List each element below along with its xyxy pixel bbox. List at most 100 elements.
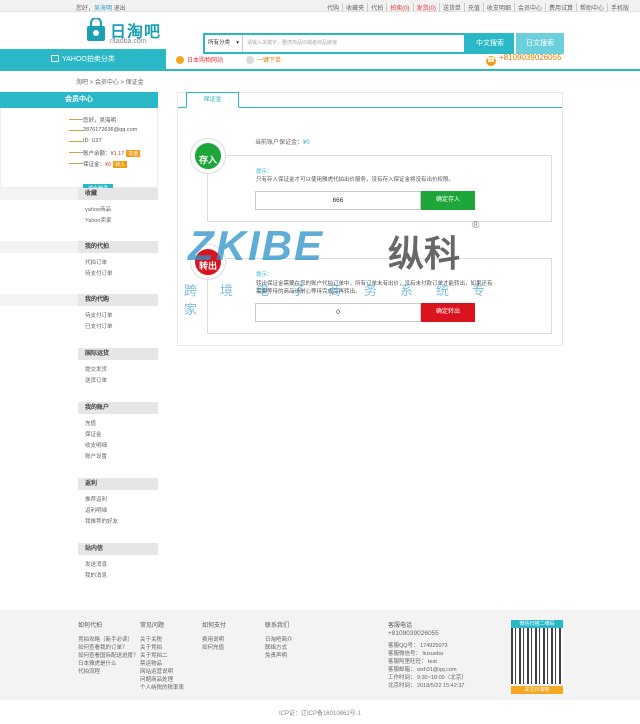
footer-link[interactable]: 竞拍攻略（新手必读） (78, 636, 139, 644)
footer-link[interactable]: 如何查看我的订单？ (78, 644, 139, 652)
service-phone: +8109039026055 (388, 630, 439, 637)
footer: 如何代拍 竞拍攻略（新手必读） 如何查看我的订单？ 如何查看国际配送进度？ 日本… (0, 610, 640, 700)
sidebar-section-daigou: 我的代购 待支付订单 已支付订单 (78, 294, 158, 333)
footer-link[interactable]: 个人纳税的税率表 (140, 684, 184, 692)
sidebar-item-my-messages[interactable]: 我的消息 (85, 571, 158, 582)
footer-link[interactable]: 日淘吧简介 (265, 636, 293, 644)
follow-button[interactable]: 关注日淘吧 (511, 686, 563, 694)
confirm-withdraw-button[interactable]: 确定转出 (421, 303, 475, 322)
deposit-out-badge: 转出 (191, 245, 225, 279)
sidebar-item-my-referrals[interactable]: 我推荐的好友 (85, 517, 158, 528)
top-link-delivery[interactable]: 送货单 (440, 3, 465, 12)
user-email: 2876172636@qq.com (83, 127, 138, 133)
top-link-help[interactable]: 帮助中心 (577, 3, 608, 12)
section-title: 我的账户 (78, 402, 158, 414)
sidebar-item-rebate-detail[interactable]: 返利明细 (85, 506, 158, 517)
sidebar-section-daipai: 我的代拍 代拍订单 待支付订单 (78, 241, 158, 280)
sidebar-item-daigou-unpaid[interactable]: 待支付订单 (85, 311, 158, 322)
confirm-deposit-button[interactable]: 确定存入 (421, 191, 475, 210)
yahoo-category-button[interactable]: YAHOO拍卖分类 (0, 49, 166, 70)
sidebar: 会员中心 您好，吴海明 2876172636@qq.com ID: U27 账户… (0, 92, 158, 194)
top-link-auction[interactable]: 拍卖(0) (387, 3, 414, 12)
deposit-out-amount-input[interactable]: 0 (255, 303, 421, 322)
sidebar-item-yahoo-goods[interactable]: yahoo商品 (85, 205, 158, 216)
sidebar-item-daipai-orders[interactable]: 代拍订单 (85, 258, 158, 269)
user-info-panel: 您好，吴海明 2876172636@qq.com ID: U27 账户余额：¥1… (0, 108, 158, 194)
deposit-in-text: 只有存入保证金才可以使用雅虎代拍出价服务，没有存入保证金将没有出价权限。 (256, 177, 455, 183)
sidebar-item-yahoo-sellers[interactable]: Yahoo卖家 (85, 216, 158, 227)
sidebar-item-daigou-paid[interactable]: 已支付订单 (85, 322, 158, 333)
footer-link[interactable]: 关于竞拍二 (140, 652, 184, 660)
menu-icon (51, 55, 60, 62)
one-click-order-label: 一键下单 (257, 58, 282, 64)
footer-link[interactable]: 日本雅虎是什么 (78, 660, 139, 668)
site-logo[interactable]: 日淘吧 ritaoba.com (86, 16, 166, 48)
qr-caption-top: 微信扫描二维码 (511, 620, 563, 628)
wechat-qr: 微信扫描二维码 关注日淘吧 (511, 620, 563, 700)
sidebar-title: 会员中心 (0, 92, 158, 108)
top-link-recharge[interactable]: 充值 (465, 3, 484, 12)
top-link-statement[interactable]: 收支明细 (484, 3, 515, 12)
footer-link[interactable]: 关于关税 (140, 636, 184, 644)
service-wangwang: 客服阿里旺旺： test (388, 659, 437, 665)
sidebar-item-send-message[interactable]: 发送消息 (85, 560, 158, 571)
one-click-order-link[interactable]: 一键下单 (246, 55, 281, 64)
divider (69, 130, 83, 131)
logo-text-en: ritaoba.com (110, 38, 147, 45)
footer-link[interactable]: 禁运物品 (140, 660, 184, 668)
section-band (0, 188, 78, 200)
current-deposit-label: 当前账户保证金： (255, 140, 304, 146)
yahoo-category-label: YAHOO拍卖分类 (62, 56, 115, 63)
jp-shopping-sites-link[interactable]: 日本购物网站 (176, 55, 223, 64)
deposit-in-box: 提示： 只有存入保证金才可以使用雅虎代拍出价服务，没有存入保证金将没有出价权限。… (207, 155, 552, 222)
footer-link[interactable]: 代拍流程 (78, 668, 139, 676)
sidebar-section-shipping: 国际运货 提交发货 送货订单 (78, 348, 158, 387)
footer-link[interactable]: 如何充值 (202, 644, 226, 652)
divider (69, 163, 83, 164)
qr-code-icon (511, 628, 563, 684)
sidebar-item-delivery-orders[interactable]: 送货订单 (85, 376, 158, 387)
footer-col-how-to-bid: 如何代拍 竞拍攻略（新手必读） 如何查看我的订单？ 如何查看国际配送进度？ 日本… (78, 620, 139, 676)
deposit-transfer-button[interactable]: 转入 (113, 161, 128, 168)
top-link-daipai[interactable]: 代拍 (368, 3, 388, 12)
balance-label: 账户余额： (83, 151, 111, 157)
current-deposit: 当前账户保证金：¥0 (255, 137, 310, 146)
sidebar-item-unpaid-orders[interactable]: 待支付订单 (85, 269, 158, 280)
sidebar-section-messages: 站内信 发送消息 我的消息 (78, 543, 158, 582)
footer-service: 客服电话 +8109039026055 客服QQ号： 174925073 客服微… (388, 620, 467, 690)
recharge-button[interactable]: 充值 (126, 150, 141, 157)
footer-link[interactable]: 免责声明 (265, 652, 293, 660)
deposit-out-text: 转出保证金需要在您的账户代拍订单中，所有订单未有出价，没有未付款订单才能转出，如… (256, 281, 493, 295)
section-title: 收藏 (78, 188, 158, 200)
footer-link[interactable]: 网站运营说明 (140, 668, 184, 676)
footer-link[interactable]: 关于竞拍 (140, 644, 184, 652)
footer-link[interactable]: 如何查看国际配送进度？ (78, 652, 139, 660)
footer-link[interactable]: 联络方式 (265, 644, 293, 652)
sidebar-item-account-settings[interactable]: 账户设置 (85, 452, 158, 463)
top-link-daigou[interactable]: 代购 (324, 3, 344, 12)
top-link-fee-calc[interactable]: 费用试算 (546, 3, 577, 12)
sidebar-item-deposit[interactable]: 保证金 (85, 430, 158, 441)
footer-link[interactable]: 问题商品处理 (140, 676, 184, 684)
top-link-mobile[interactable]: 手机版 (608, 3, 632, 12)
top-link-member-center[interactable]: 会员中心 (515, 3, 546, 12)
footer-link[interactable]: 费用说明 (202, 636, 226, 644)
divider (69, 119, 83, 120)
sidebar-item-submit-shipping[interactable]: 提交发货 (85, 365, 158, 376)
section-band (0, 294, 78, 306)
sidebar-item-referral-rebate[interactable]: 推荐返利 (85, 495, 158, 506)
icp-license: ICP证：辽ICP备16010862号-1 (278, 711, 362, 717)
sidebar-item-recharge[interactable]: 充值 (85, 419, 158, 430)
top-link-shipping[interactable]: 发货(0) (414, 3, 440, 12)
phone-icon: ☎ (486, 56, 496, 66)
main-nav: YAHOO拍卖分类 日本购物网站 一键下单 ☎ +8109039026055 (0, 49, 640, 71)
tab-deposit[interactable]: 保证金 (186, 92, 239, 108)
top-link-favorites[interactable]: 收藏夹 (343, 3, 369, 12)
footer-col-faq: 常见问题 关于关税 关于竞拍 关于竞拍二 禁运物品 网站运营说明 问题商品处理 … (140, 620, 184, 692)
deposit-in-amount-input[interactable]: 666 (255, 191, 421, 210)
sidebar-section-favorites: 收藏 yahoo商品 Yahoo卖家 (78, 188, 158, 227)
service-qq: 客服QQ号： 174925073 (388, 643, 448, 649)
sidebar-item-statement[interactable]: 收支明细 (85, 441, 158, 452)
section-title: 我的代拍 (78, 241, 158, 253)
top-bar: 您好，吴海明 退出 代购 收藏夹 代拍 拍卖(0) 发货(0) 送货单 充值 收… (0, 0, 640, 12)
